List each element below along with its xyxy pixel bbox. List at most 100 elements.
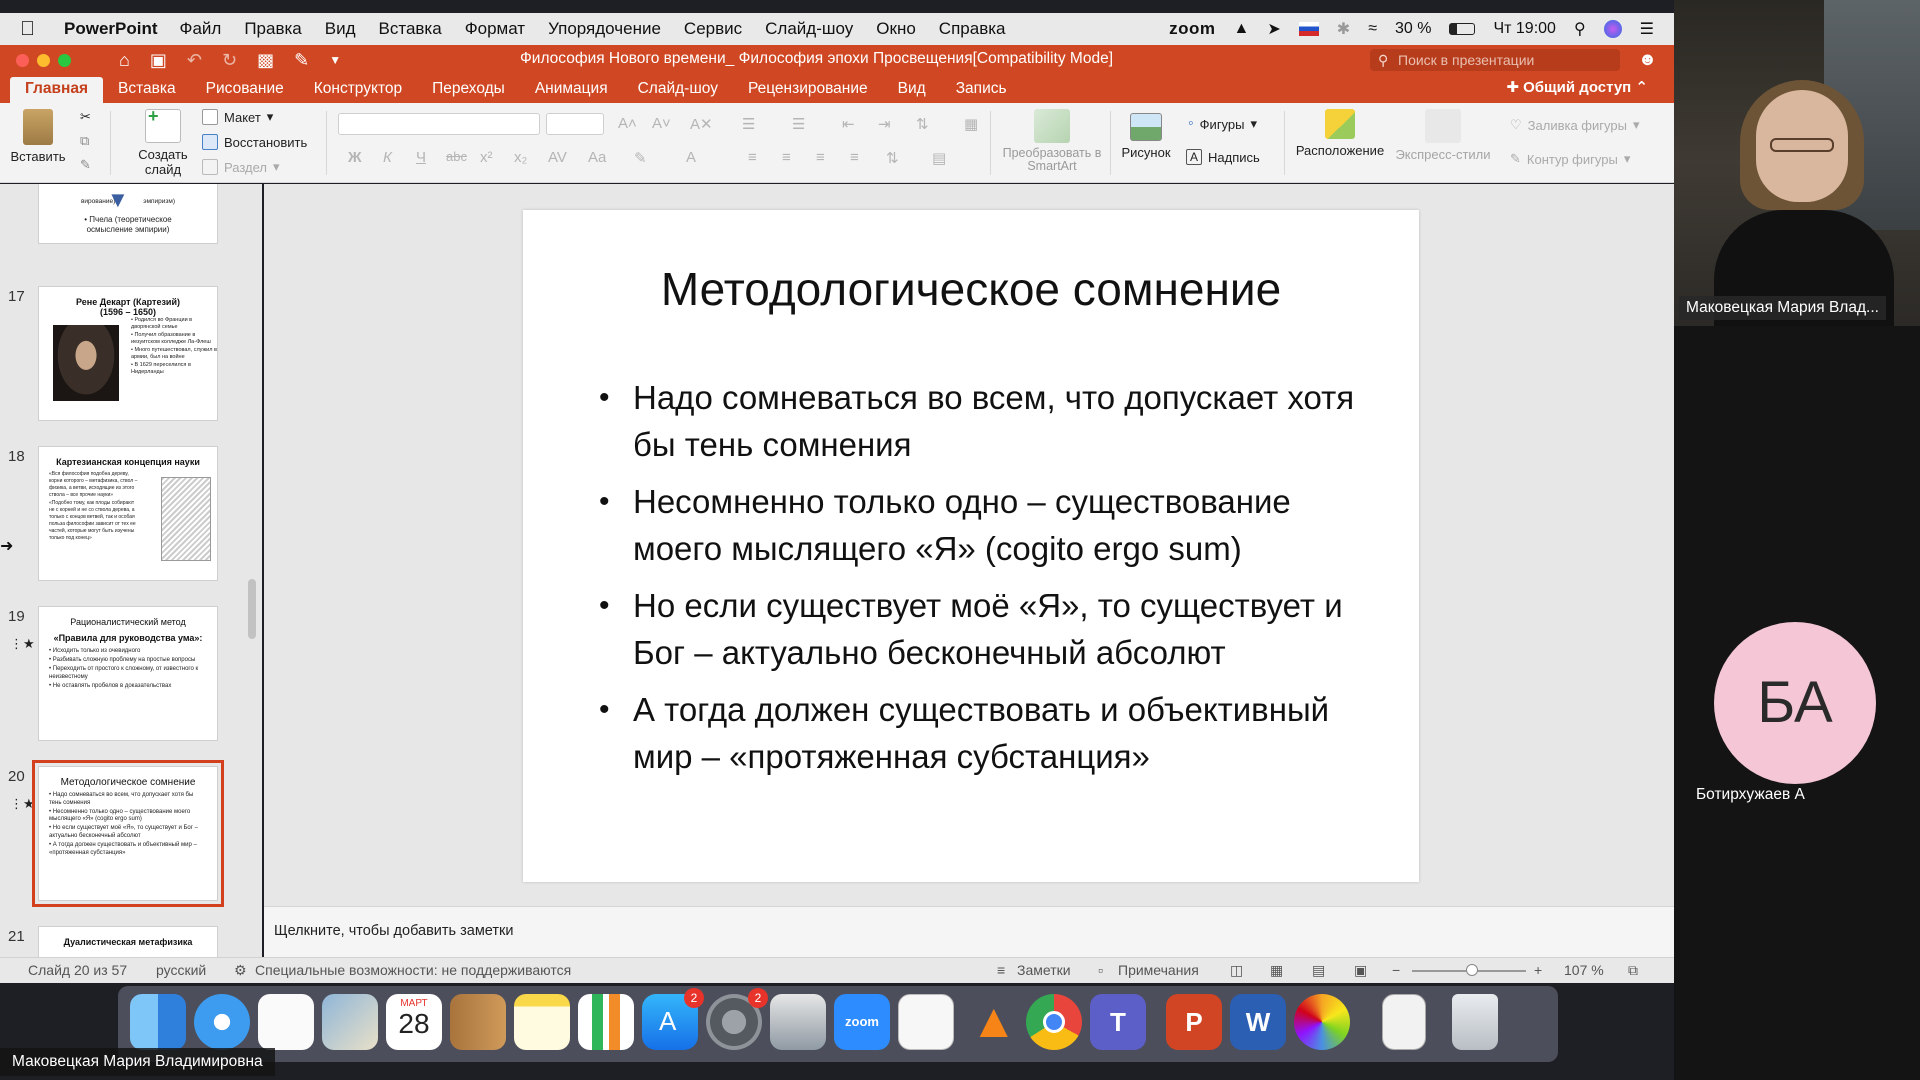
- copy-icon[interactable]: ⧉: [80, 133, 89, 149]
- slide-thumbnail-18[interactable]: Картезианская концепция науки «Вся филос…: [38, 446, 218, 581]
- menu-arrange[interactable]: Упорядочение: [548, 19, 661, 39]
- flag-icon[interactable]: [1298, 22, 1319, 36]
- menu-view[interactable]: Вид: [325, 19, 356, 39]
- cut-icon[interactable]: ✂: [80, 109, 91, 125]
- powerpoint-dock-icon[interactable]: P: [1166, 994, 1222, 1050]
- shapes-button[interactable]: ◦ Фигуры ▾: [1188, 115, 1257, 133]
- comments-toggle[interactable]: Примечания: [1118, 962, 1199, 978]
- font-color-icon[interactable]: A: [686, 149, 696, 166]
- columns-icon[interactable]: ▦: [964, 115, 978, 133]
- tab-home[interactable]: Главная: [10, 77, 104, 103]
- tab-draw[interactable]: Рисование: [191, 77, 299, 103]
- calendar-icon[interactable]: МАРТ 28: [386, 994, 442, 1050]
- picture-button[interactable]: Рисунок: [1118, 109, 1174, 160]
- char-spacing-icon[interactable]: AV: [548, 149, 567, 166]
- chrome-icon[interactable]: [1026, 994, 1082, 1050]
- layout-button[interactable]: Макет ▾: [202, 109, 273, 125]
- search-input[interactable]: ⚲ Поиск в презентации: [1370, 49, 1620, 71]
- slide-thumbnail-17[interactable]: Рене Декарт (Картезий) (1596 – 1650) • Р…: [38, 286, 218, 421]
- reminders-icon[interactable]: [258, 994, 314, 1050]
- menubar-app-name[interactable]: PowerPoint: [64, 19, 158, 39]
- menu-format[interactable]: Формат: [465, 19, 525, 39]
- menu-slideshow[interactable]: Слайд-шоу: [765, 19, 853, 39]
- font-name-select[interactable]: [338, 113, 540, 135]
- zoom-level[interactable]: 107 %: [1564, 962, 1604, 978]
- slide-sorter-icon[interactable]: ▦: [1270, 962, 1283, 979]
- language-indicator[interactable]: русский: [156, 962, 206, 978]
- shape-outline-button[interactable]: ✎ Контур фигуры ▾: [1510, 151, 1630, 167]
- fit-to-window-icon[interactable]: ⧉: [1628, 962, 1638, 979]
- zoom-app-icon[interactable]: zoom: [834, 994, 890, 1050]
- accessibility-icon[interactable]: ⚙: [234, 962, 247, 979]
- slide-thumbnail-21[interactable]: Дуалистическая метафизика: [38, 926, 218, 957]
- align-text-icon[interactable]: ▤: [932, 149, 946, 167]
- system-preferences-icon[interactable]: 2: [706, 988, 768, 1050]
- tab-record[interactable]: Запись: [941, 77, 1022, 103]
- smartart-button[interactable]: Преобразовать в SmartArt: [1002, 109, 1102, 173]
- thumbnails-scrollbar[interactable]: [248, 579, 256, 639]
- battery-icon[interactable]: [1449, 23, 1476, 35]
- zoom-slider-knob[interactable]: [1466, 964, 1478, 976]
- slide-title[interactable]: Методологическое сомнение: [523, 262, 1419, 316]
- textedit-icon[interactable]: [898, 994, 954, 1050]
- font-shrink-icon[interactable]: A˅: [652, 115, 671, 132]
- finder-icon[interactable]: [130, 994, 186, 1050]
- reading-view-icon[interactable]: ▤: [1312, 962, 1325, 979]
- normal-view-icon[interactable]: ◫: [1230, 962, 1243, 979]
- document-file-icon[interactable]: [1382, 994, 1426, 1050]
- justify-icon[interactable]: ≡: [850, 149, 859, 166]
- tab-animations[interactable]: Анимация: [520, 77, 623, 103]
- clear-format-icon[interactable]: A✕: [690, 115, 713, 133]
- textbox-button[interactable]: A Надпись: [1186, 149, 1260, 165]
- app-store-icon[interactable]: A 2: [642, 988, 704, 1050]
- italic-icon[interactable]: К: [383, 149, 392, 166]
- tab-transitions[interactable]: Переходы: [417, 77, 520, 103]
- superscript-icon[interactable]: x²: [480, 149, 493, 166]
- bold-icon[interactable]: Ж: [348, 149, 362, 166]
- strikethrough-icon[interactable]: abc: [446, 149, 467, 164]
- teams-icon[interactable]: T: [1090, 994, 1146, 1050]
- participant-avatar[interactable]: БА: [1714, 622, 1876, 784]
- wifi-icon[interactable]: ≈: [1368, 20, 1377, 38]
- zoom-menubar-label[interactable]: zoom: [1169, 19, 1215, 39]
- image-capture-icon[interactable]: [770, 994, 826, 1050]
- pen-icon[interactable]: ✎: [294, 50, 309, 71]
- photos-icon[interactable]: [1294, 994, 1350, 1050]
- customize-toolbar-icon[interactable]: ▼: [329, 53, 341, 67]
- section-button[interactable]: Раздел ▾: [202, 159, 280, 175]
- siri-icon[interactable]: [1603, 20, 1622, 38]
- tab-view[interactable]: Вид: [883, 77, 941, 103]
- person-icon[interactable]: ▲: [1234, 20, 1250, 38]
- comments-icon[interactable]: ▫: [1098, 962, 1103, 978]
- menu-help[interactable]: Справка: [939, 19, 1006, 39]
- font-grow-icon[interactable]: A˄: [618, 115, 637, 132]
- align-right-icon[interactable]: ≡: [816, 149, 825, 166]
- align-center-icon[interactable]: ≡: [782, 149, 791, 166]
- share-button[interactable]: ✚ Общий доступ ⌃: [1506, 78, 1648, 96]
- menu-edit[interactable]: Правка: [244, 19, 301, 39]
- decrease-indent-icon[interactable]: ⇤: [842, 115, 855, 133]
- numbers-icon[interactable]: [578, 994, 634, 1050]
- slide-thumbnail-20[interactable]: Методологическое сомнение • Надо сомнева…: [32, 760, 224, 907]
- undo-icon[interactable]: ↶: [187, 50, 202, 71]
- minimize-window-button[interactable]: [37, 53, 50, 67]
- slide-bullet-list[interactable]: Надо сомневаться во всем, что допускает …: [583, 374, 1383, 790]
- notes-toggle[interactable]: Заметки: [1017, 962, 1071, 978]
- bluetooth-icon[interactable]: ✱: [1337, 19, 1350, 39]
- tab-slideshow[interactable]: Слайд-шоу: [623, 77, 733, 103]
- format-painter-icon[interactable]: ✎: [80, 157, 91, 173]
- vlc-icon[interactable]: ▲: [962, 994, 1018, 1050]
- line-spacing-icon[interactable]: ⇅: [916, 115, 929, 133]
- clock[interactable]: Чт 19:00: [1493, 20, 1555, 38]
- word-icon[interactable]: W: [1230, 994, 1286, 1050]
- reset-button[interactable]: Восстановить: [202, 134, 307, 150]
- apple-icon[interactable]: : [20, 18, 50, 41]
- underline-icon[interactable]: Ч: [416, 149, 426, 166]
- align-left-icon[interactable]: ≡: [748, 149, 757, 166]
- contacts-icon[interactable]: [450, 994, 506, 1050]
- text-direction-icon[interactable]: ⇅: [886, 149, 899, 167]
- redo-icon[interactable]: ↻: [222, 50, 237, 71]
- quick-styles-button[interactable]: Экспресс-стили: [1392, 109, 1494, 162]
- preview-icon[interactable]: [322, 994, 378, 1050]
- tab-design[interactable]: Конструктор: [299, 77, 417, 103]
